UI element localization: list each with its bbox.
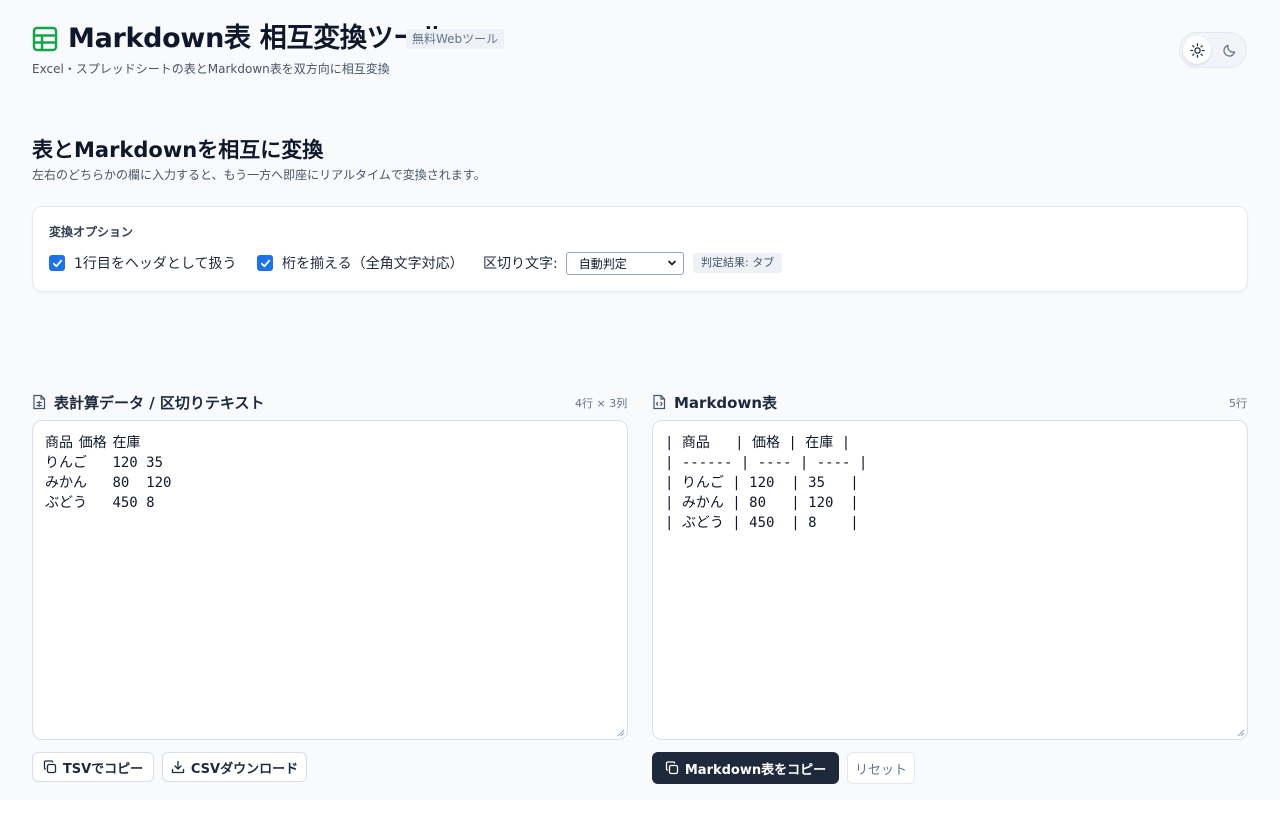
copy-markdown-button[interactable]: Markdown表をコピー xyxy=(652,752,839,784)
reset-button[interactable]: リセット xyxy=(847,752,915,784)
page: Markdown表 相互変換ツール 無料Webツール Excel・スプレッドシー… xyxy=(0,0,1280,800)
check-icon xyxy=(260,259,270,267)
copy-tsv-button[interactable]: TSVでコピー xyxy=(32,752,154,782)
dark-theme-button[interactable] xyxy=(1215,36,1243,64)
check-icon xyxy=(52,259,62,267)
copy-markdown-label: Markdown表をコピー xyxy=(684,762,827,778)
options-heading: 変換オプション xyxy=(49,225,134,239)
free-tool-badge: 無料Webツール xyxy=(406,29,505,49)
left-panel-title: 表計算データ / 区切りテキスト xyxy=(54,393,265,412)
align-option[interactable]: 桁を揃える（全角文字対応） xyxy=(257,253,464,273)
theme-toggle[interactable] xyxy=(1179,32,1247,68)
download-csv-button[interactable]: CSVダウンロード xyxy=(162,752,307,782)
table-icon xyxy=(32,26,58,52)
download-icon xyxy=(171,760,185,774)
left-panel-header: 表計算データ / 区切りテキスト xyxy=(32,392,264,412)
page-bottom-edge xyxy=(0,800,1280,820)
resize-handle-icon[interactable] xyxy=(615,727,625,737)
options-card: 変換オプション 1行目をヘッダとして扱う 桁を揃える（全角文字対応） 区切り文字… xyxy=(32,206,1248,292)
header-row-option[interactable]: 1行目をヘッダとして扱う xyxy=(49,253,237,273)
delimiter-label: 区切り文字: xyxy=(483,256,558,272)
markdown-input[interactable]: | 商品 | 価格 | 在庫 | | ------ | ---- | ---- … xyxy=(652,420,1248,740)
markdown-input-text[interactable]: | 商品 | 価格 | 在庫 | | ------ | ---- | ---- … xyxy=(665,433,1235,533)
reset-label: リセット xyxy=(854,762,907,778)
section-description: 左右のどちらかの欄に入力すると、もう一方へ即座にリアルタイムで変換されます。 xyxy=(32,168,486,182)
delimiter-select[interactable]: 自動判定 xyxy=(565,251,684,275)
sun-icon xyxy=(1189,42,1205,58)
header-row-label: 1行目をヘッダとして扱う xyxy=(74,256,237,272)
spreadsheet-input-text[interactable]: 商品 価格 在庫 りんご 120 35 みかん 80 120 ぶどう 450 8 xyxy=(45,433,615,513)
right-panel-meta: 5行 xyxy=(1229,397,1247,410)
delimiter-select-value: 自動判定 xyxy=(578,256,627,271)
header-row-checkbox[interactable] xyxy=(49,255,65,271)
right-panel-title: Markdown表 xyxy=(674,393,778,412)
section-title: 表とMarkdownを相互に変換 xyxy=(32,138,324,162)
app-subtitle: Excel・スプレッドシートの表とMarkdown表を双方向に相互変換 xyxy=(32,62,390,76)
moon-icon xyxy=(1222,44,1235,57)
delimiter-option: 区切り文字: 自動判定 xyxy=(483,251,684,275)
resize-handle-icon[interactable] xyxy=(1235,727,1245,737)
align-checkbox[interactable] xyxy=(257,255,273,271)
app-header: Markdown表 相互変換ツール 無料Webツール Excel・スプレッドシー… xyxy=(32,22,1248,82)
chevron-down-icon xyxy=(667,260,676,266)
spreadsheet-input[interactable]: 商品 価格 在庫 りんご 120 35 みかん 80 120 ぶどう 450 8 xyxy=(32,420,628,740)
copy-icon xyxy=(43,760,56,774)
code-file-icon xyxy=(653,394,666,410)
left-panel-meta: 4行 × 3列 xyxy=(575,397,628,410)
right-panel-header: Markdown表 xyxy=(652,392,777,412)
app-title: Markdown表 相互変換ツール xyxy=(68,23,447,54)
copy-tsv-label: TSVでコピー xyxy=(62,761,144,777)
align-label: 桁を揃える（全角文字対応） xyxy=(282,256,464,272)
detect-result-badge: 判定結果: タブ xyxy=(693,253,783,273)
download-csv-label: CSVダウンロード xyxy=(190,761,299,777)
light-theme-button[interactable] xyxy=(1183,36,1211,64)
copy-icon xyxy=(665,761,679,775)
spreadsheet-file-icon xyxy=(33,394,46,410)
